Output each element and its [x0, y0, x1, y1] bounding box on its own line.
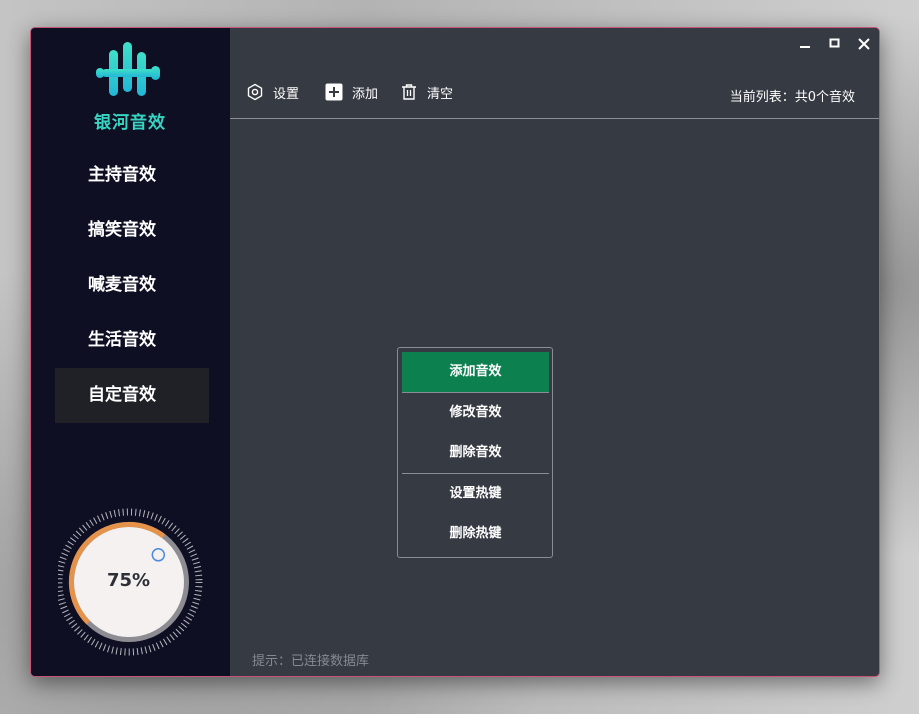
maximize-button[interactable] [825, 34, 845, 54]
sidebar-item-life[interactable]: 生活音效 [55, 313, 209, 368]
close-icon [858, 38, 870, 50]
toolbar: 设置 添加 清空 当前列表：共0个音效 [230, 72, 879, 119]
sidebar-item-funny[interactable]: 搞笑音效 [55, 203, 209, 258]
add-label: 添加 [352, 86, 379, 102]
menu-item-delete-sound[interactable]: 删除音效 [402, 433, 549, 473]
sidebar: 银河音效 主持音效 搞笑音效 喊麦音效 生活音效 自定音效 75% [31, 28, 230, 676]
waveform-logo-icon [96, 42, 160, 96]
status-hint: 提示：已连接数据库 [252, 654, 370, 669]
app-logo: 银河音效 [59, 36, 201, 133]
menu-item-edit-sound[interactable]: 修改音效 [402, 393, 549, 433]
sidebar-item-host[interactable]: 主持音效 [55, 148, 209, 203]
settings-button[interactable]: 设置 [246, 80, 299, 104]
list-status: 当前列表：共0个音效 [729, 90, 855, 105]
app-window: 银河音效 主持音效 搞笑音效 喊麦音效 生活音效 自定音效 75% 设置 添加 … [30, 27, 880, 677]
gear-icon [247, 83, 263, 101]
settings-label: 设置 [273, 86, 300, 102]
minimize-button[interactable] [795, 34, 815, 54]
category-nav: 主持音效 搞笑音效 喊麦音效 生活音效 自定音效 [55, 148, 209, 423]
volume-value: 75% [106, 570, 151, 591]
plus-icon [325, 83, 343, 101]
volume-knob[interactable]: 75% [55, 507, 208, 657]
maximize-icon [829, 38, 840, 48]
logo-text: 银河音效 [94, 113, 166, 133]
context-menu: 添加音效 修改音效 删除音效 设置热键 删除热键 [397, 347, 553, 558]
close-button[interactable] [854, 34, 874, 54]
menu-item-delete-hotkey[interactable]: 删除热键 [402, 514, 549, 554]
sidebar-item-mc[interactable]: 喊麦音效 [55, 258, 209, 313]
clear-button[interactable]: 清空 [401, 80, 453, 104]
clear-label: 清空 [427, 86, 454, 102]
sidebar-item-custom[interactable]: 自定音效 [55, 368, 209, 423]
volume-handle[interactable] [151, 548, 166, 562]
minimize-icon [800, 46, 810, 48]
main-panel: 设置 添加 清空 当前列表：共0个音效 添加音效 修改音效 删除音效 设置热键 … [230, 28, 879, 676]
trash-icon [402, 84, 416, 100]
menu-item-set-hotkey[interactable]: 设置热键 [402, 474, 549, 514]
menu-item-add-sound[interactable]: 添加音效 [402, 352, 549, 392]
add-button[interactable]: 添加 [325, 80, 378, 104]
